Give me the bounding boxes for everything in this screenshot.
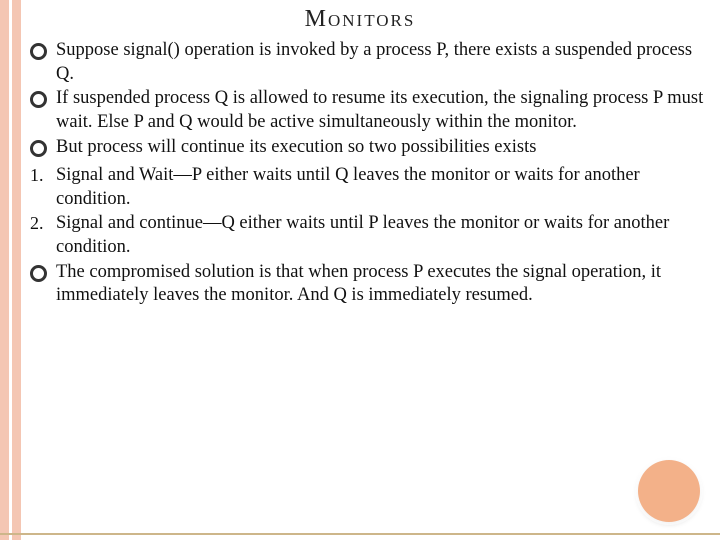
number-marker: 2.	[30, 212, 56, 235]
list-item-text: Signal and continue—Q either waits until…	[56, 212, 710, 259]
list-item: The compromised solution is that when pr…	[30, 261, 710, 308]
list-item-text: Suppose signal() operation is invoked by…	[56, 39, 710, 86]
slide-content: Suppose signal() operation is invoked by…	[0, 33, 720, 308]
list-item-text: But process will continue its execution …	[56, 136, 710, 160]
list-item-text: If suspended process Q is allowed to res…	[56, 87, 710, 134]
list-item: 2. Signal and continue—Q either waits un…	[30, 212, 710, 259]
list-item: If suspended process Q is allowed to res…	[30, 87, 710, 134]
list-item: 1. Signal and Wait—P either waits until …	[30, 164, 710, 211]
decorative-circle	[638, 460, 700, 522]
bottom-border	[0, 533, 720, 535]
list-item-text: The compromised solution is that when pr…	[56, 261, 710, 308]
list-item-text: Signal and Wait—P either waits until Q l…	[56, 164, 710, 211]
left-stripe-1	[0, 0, 9, 540]
list-item: But process will continue its execution …	[30, 136, 710, 163]
bullet-icon	[30, 261, 56, 288]
number-marker: 1.	[30, 164, 56, 187]
slide-title: Monitors	[0, 0, 720, 33]
bullet-icon	[30, 136, 56, 163]
bullet-icon	[30, 39, 56, 66]
list-item: Suppose signal() operation is invoked by…	[30, 39, 710, 86]
bullet-icon	[30, 87, 56, 114]
left-stripe-2	[12, 0, 21, 540]
